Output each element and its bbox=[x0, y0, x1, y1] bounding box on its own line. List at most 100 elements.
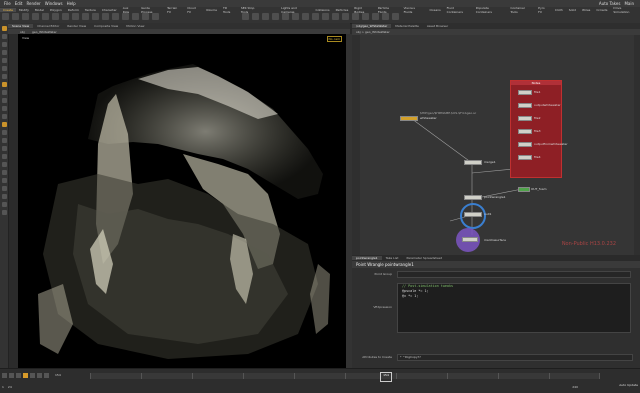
viewport-path-node[interactable]: geo_WhiteWater bbox=[32, 30, 57, 34]
multi-snap-icon[interactable] bbox=[1, 114, 7, 119]
prim-snap-icon[interactable] bbox=[1, 98, 7, 103]
tab-parameter-spreadsheet[interactable]: Parameter Spreadsheet bbox=[402, 256, 445, 260]
tab-channel-editor[interactable]: Channel Editor bbox=[33, 24, 63, 28]
shelf-tab-polygon[interactable]: Polygon bbox=[47, 8, 65, 12]
jump-start-icon[interactable] bbox=[2, 373, 7, 378]
shelf-tab-model[interactable]: Model bbox=[32, 8, 47, 12]
sticky-selection-icon[interactable] bbox=[1, 202, 7, 207]
tab-pointwrangle1[interactable]: pointwrangle1 bbox=[352, 256, 382, 260]
attributes-to-create-field[interactable]: * ^DigCopy?? bbox=[397, 354, 633, 361]
node-outputwhitewater[interactable] bbox=[518, 103, 532, 108]
shelf-tab-oceans[interactable]: Oceans bbox=[427, 8, 444, 12]
camera-tool-icon[interactable] bbox=[242, 13, 249, 20]
stereo-camera-tool-icon[interactable] bbox=[372, 13, 379, 20]
vr-camera-tool-icon[interactable] bbox=[382, 13, 389, 20]
area-light-tool-icon[interactable] bbox=[272, 13, 279, 20]
node-file3[interactable] bbox=[518, 129, 532, 134]
handle-tool-icon[interactable] bbox=[1, 58, 7, 63]
spray-paint-tool-icon[interactable] bbox=[102, 13, 109, 20]
menu-help[interactable]: Help bbox=[67, 1, 76, 6]
select-connected-icon[interactable] bbox=[1, 194, 7, 199]
step-forward-icon[interactable] bbox=[37, 373, 42, 378]
shelf-tab-wires[interactable]: Wires bbox=[579, 8, 593, 12]
node-outputfromwhitewater[interactable] bbox=[518, 142, 532, 147]
node-null1[interactable] bbox=[464, 212, 482, 217]
select-whole-icon[interactable] bbox=[1, 178, 7, 183]
shelf-tab-texture[interactable]: Texture bbox=[82, 8, 99, 12]
tab-take-list[interactable]: Take List bbox=[382, 256, 403, 260]
shelf-tab-create[interactable]: Create bbox=[0, 7, 16, 12]
node-pointwrangle1[interactable] bbox=[464, 195, 482, 200]
jump-end-icon[interactable] bbox=[44, 373, 49, 378]
viewport-path-obj[interactable]: obj bbox=[20, 30, 25, 34]
menu-edit[interactable]: Edit bbox=[15, 1, 23, 6]
shelf-tab-character[interactable]: Character bbox=[99, 8, 120, 12]
secure-selection-icon[interactable] bbox=[1, 122, 7, 127]
menu-render[interactable]: Render bbox=[26, 1, 40, 6]
shelf-tab-fluid-containers[interactable]: Fluid Containers bbox=[444, 6, 473, 14]
node-out-foam[interactable] bbox=[518, 187, 530, 192]
scale-tool-icon[interactable] bbox=[1, 50, 7, 55]
shelf-tab-collisions[interactable]: Collisions bbox=[312, 8, 332, 12]
shelf-tab-pyro[interactable]: Pyro FX bbox=[535, 6, 552, 14]
geo-light-tool-icon[interactable] bbox=[282, 13, 289, 20]
ambient-light-tool-icon[interactable] bbox=[362, 13, 369, 20]
torus-tool-icon[interactable] bbox=[32, 13, 39, 20]
shelf-tab-crowds[interactable]: Crowds bbox=[593, 8, 610, 12]
tab-scene-view[interactable]: Scene View bbox=[8, 24, 34, 28]
step-back-icon[interactable] bbox=[9, 373, 14, 378]
toggle-guides-icon[interactable] bbox=[1, 210, 7, 215]
point-group-field[interactable] bbox=[397, 271, 631, 278]
node-file1[interactable] bbox=[518, 90, 532, 95]
tab-composite-view[interactable]: Composite View bbox=[90, 24, 122, 28]
grid-tool-icon[interactable] bbox=[42, 13, 49, 20]
lsystem-tool-icon[interactable] bbox=[132, 13, 139, 20]
line-tool-icon[interactable] bbox=[62, 13, 69, 20]
tab-render-view[interactable]: Render View bbox=[63, 24, 90, 28]
node-whitewater[interactable] bbox=[400, 116, 418, 121]
node-file4[interactable] bbox=[518, 155, 532, 160]
select-vertices-icon[interactable] bbox=[1, 154, 7, 159]
tab-motion-view[interactable]: Motion View bbox=[122, 24, 148, 28]
metaball-tool-icon[interactable] bbox=[142, 13, 149, 20]
sky-light-tool-icon[interactable] bbox=[322, 13, 329, 20]
vex-code-editor[interactable]: // Post-simulation tweaks @pscale *= 1; … bbox=[397, 283, 631, 333]
node-mantrasurface[interactable] bbox=[462, 237, 478, 242]
move-tool-icon[interactable] bbox=[1, 34, 7, 39]
rotate-tool-icon[interactable] bbox=[1, 42, 7, 47]
file-tool-icon[interactable] bbox=[152, 13, 159, 20]
shelf-tab-cloud[interactable]: Cloud FX bbox=[184, 6, 203, 14]
box-tool-icon[interactable] bbox=[2, 13, 9, 20]
portal-light-tool-icon[interactable] bbox=[352, 13, 359, 20]
select-breakpoints-icon[interactable] bbox=[1, 162, 7, 167]
path-tool-icon[interactable] bbox=[92, 13, 99, 20]
select-edges-icon[interactable] bbox=[1, 138, 7, 143]
tab-asset-browser[interactable]: Asset Browser bbox=[423, 24, 452, 28]
node-file2[interactable] bbox=[518, 116, 532, 121]
select-prims-icon[interactable] bbox=[1, 146, 7, 151]
grid-snap-icon[interactable] bbox=[1, 90, 7, 95]
current-frame-field[interactable]: 154 bbox=[55, 373, 61, 378]
menu-windows[interactable]: Windows bbox=[45, 1, 63, 6]
tube-tool-icon[interactable] bbox=[22, 13, 29, 20]
curve-tool-icon[interactable] bbox=[82, 13, 89, 20]
shelf-tab-volume[interactable]: Volume bbox=[203, 8, 220, 12]
gi-light-tool-icon[interactable] bbox=[332, 13, 339, 20]
circle-tool-icon[interactable] bbox=[72, 13, 79, 20]
end-frame-field[interactable]: 240 bbox=[572, 385, 578, 389]
shelf-tab-populate[interactable]: Populate Containers bbox=[473, 6, 508, 14]
select-tool-icon[interactable] bbox=[1, 26, 7, 31]
shelf-tab-container-tools[interactable]: Container Tools bbox=[507, 6, 535, 14]
spot-light-tool-icon[interactable] bbox=[262, 13, 269, 20]
snap-tool-icon[interactable] bbox=[1, 82, 7, 87]
point-light-tool-icon[interactable] bbox=[252, 13, 259, 20]
switcher-tool-icon[interactable] bbox=[392, 13, 399, 20]
node-merge1[interactable] bbox=[464, 160, 482, 165]
timeline-track[interactable] bbox=[90, 373, 600, 379]
timeline-playhead[interactable]: 154 bbox=[380, 372, 392, 382]
shelf-tab-terrain[interactable]: Terrain FX bbox=[164, 6, 184, 14]
distant-light-tool-icon[interactable] bbox=[302, 13, 309, 20]
platonic-tool-icon[interactable] bbox=[122, 13, 129, 20]
scene-viewport[interactable]: View No cam bbox=[18, 34, 346, 368]
shelf-tab-viscous[interactable]: Viscous Fluids bbox=[401, 6, 427, 14]
